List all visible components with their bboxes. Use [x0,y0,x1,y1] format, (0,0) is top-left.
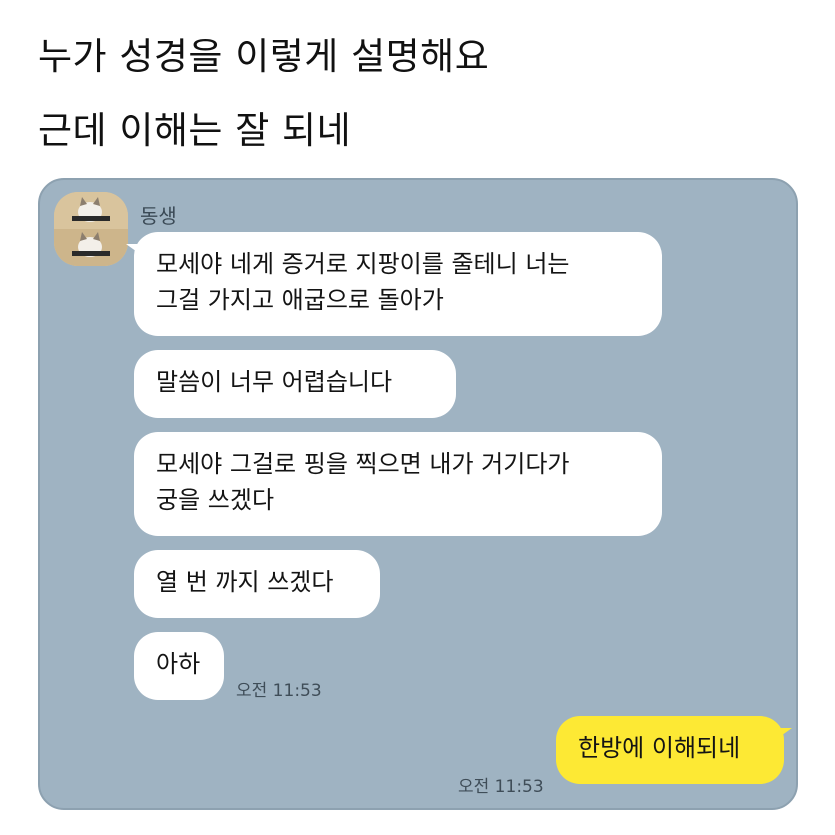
message-bubble-incoming[interactable]: 모세야 네게 증거로 지팡이를 줄테니 너는 그걸 가지고 애굽으로 돌아가 [134,232,662,336]
message-timestamp: 오전 11:53 [236,681,322,701]
headline-line-2: 근데 이해는 잘 되네 [38,109,352,152]
message-timestamp: 오전 11:53 [458,777,544,797]
headline-line-1: 누가 성경을 이렇게 설명해요 [38,35,490,78]
message-bubble-outgoing[interactable]: 한방에 이해되네 [556,716,784,784]
message-bubble-incoming[interactable]: 열 번 까지 쓰겠다 [134,550,380,618]
message-bubble-incoming[interactable]: 말씀이 너무 어렵습니다 [134,350,456,418]
message-bubble-incoming[interactable]: 모세야 그걸로 핑을 찍으면 내가 거기다가 궁을 쓰겠다 [134,432,662,536]
cat-avatar-icon[interactable] [54,192,128,266]
chat-screenshot: 동생 모세야 네게 증거로 지팡이를 줄테니 너는 그걸 가지고 애굽으로 돌아… [38,178,798,810]
message-bubble-incoming[interactable]: 아하 [134,632,224,700]
sender-name: 동생 [140,204,177,228]
